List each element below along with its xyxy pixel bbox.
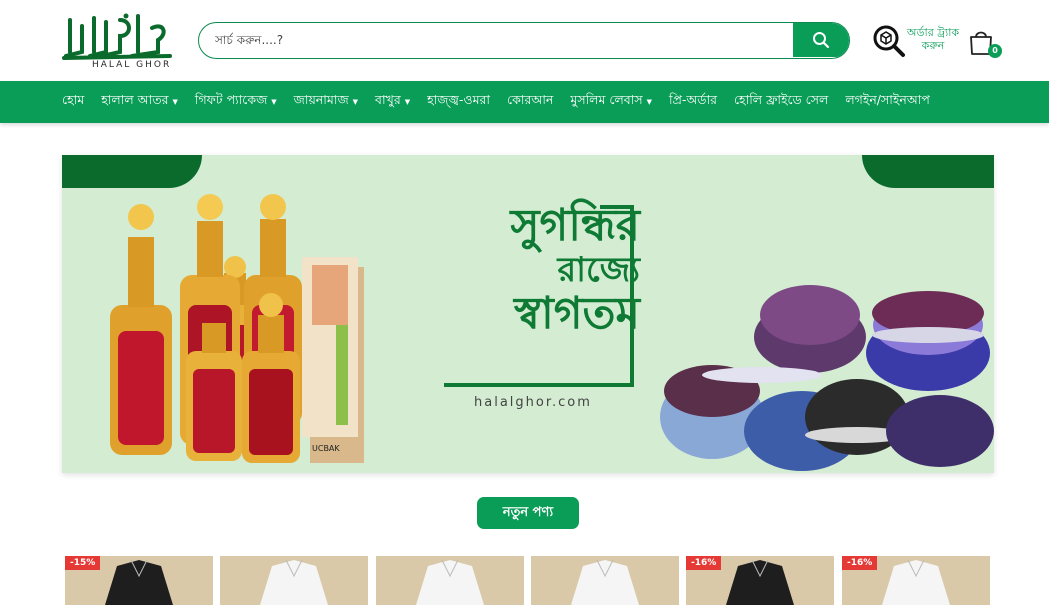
nav-item-label: মুসলিম লেবাস (570, 92, 643, 107)
chevron-down-icon: ▼ (646, 98, 652, 106)
logo-subtitle: HALAL GHOR (92, 60, 172, 70)
product-card[interactable] (531, 556, 679, 605)
prayer-caps-image (660, 285, 994, 471)
svg-text:UCBAK: UCBAK (312, 444, 340, 453)
nav-item[interactable]: গিফট প্যাকেজ ▼ (195, 92, 277, 112)
order-track-link[interactable]: অর্ডার ট্র্যাক করুন (872, 24, 964, 60)
cart-button[interactable]: 0 (968, 28, 1004, 60)
order-track-label: অর্ডার ট্র্যাক করুন (906, 26, 960, 52)
main-navigation: হোম হালাল আতর ▼ গিফট প্যাকেজ ▼ জায়নামাজ ▼ বাখু… (0, 81, 1049, 123)
product-card[interactable] (376, 556, 524, 605)
new-products-button[interactable]: নতুন পণ্য (477, 497, 579, 529)
product-card[interactable] (220, 556, 368, 605)
halal-ghor-logo[interactable]: HALAL GHOR (62, 12, 174, 70)
chevron-down-icon: ▼ (172, 98, 178, 106)
nav-item-label: হাজ্জ্ব-ওমরা (427, 92, 491, 107)
banner-headline-line1: সুগন্ধির (510, 200, 640, 251)
nav-item[interactable]: হাজ্জ্ব-ওমরা (427, 92, 490, 112)
product-image (220, 556, 368, 605)
chevron-down-icon: ▼ (271, 98, 277, 106)
nav-item[interactable]: জায়নামাজ ▼ (294, 92, 358, 112)
nav-item-label: বাখুর (375, 92, 401, 107)
nav-menu: হোম হালাল আতর ▼ গিফট প্যাকেজ ▼ জায়নামাজ ▼ বাখু… (62, 81, 947, 123)
nav-item-label: হোলি ফ্রাইডে সেল (733, 92, 829, 107)
logo-calligraphy-icon (62, 13, 172, 60)
product-card[interactable]: -15% (65, 556, 213, 605)
banner-headline-line2: রাজ্যে (557, 250, 640, 290)
discount-badge: -15% (65, 556, 101, 570)
nav-item[interactable]: কোরআন (507, 92, 553, 112)
product-image (376, 556, 524, 605)
perfume-bottles-image: UCBAK (110, 194, 364, 463)
product-card[interactable]: -16% (686, 556, 834, 605)
product-grid: -15% -16% -16% (65, 556, 995, 605)
nav-item[interactable]: হালাল আতর ▼ (101, 92, 178, 112)
banner-website: halalghor.com (474, 395, 592, 410)
search-icon (813, 32, 830, 49)
search-bar (198, 22, 850, 59)
product-image (531, 556, 679, 605)
nav-item[interactable]: হোম (62, 92, 84, 112)
nav-item[interactable]: লগইন/সাইনআপ (845, 92, 930, 112)
chevron-down-icon: ▼ (404, 98, 411, 106)
nav-item[interactable]: বাখুর ▼ (375, 92, 410, 112)
nav-item-label: গিফট প্যাকেজ (194, 92, 268, 107)
nav-item-label: প্রি-অর্ডার (669, 92, 717, 107)
nav-item-label: লগইন/সাইনআপ (845, 92, 930, 107)
site-header: HALAL GHOR অর্ডার ট্র্যাক করুন 0 (0, 0, 1049, 81)
banner-headline: সুগন্ধির রাজ্যে স্বাগতম (440, 201, 640, 339)
nav-item-label: কোরআন (507, 92, 554, 107)
nav-item-label: জায়নামাজ (293, 92, 349, 107)
nav-item[interactable]: প্রি-অর্ডার (669, 92, 717, 112)
chevron-down-icon: ▼ (352, 98, 359, 106)
nav-item[interactable]: হোলি ফ্রাইডে সেল (734, 92, 828, 112)
search-button[interactable] (793, 23, 849, 57)
search-input[interactable] (199, 23, 795, 57)
discount-badge: -16% (842, 556, 878, 570)
track-order-icon (873, 25, 905, 57)
product-card[interactable]: -16% (842, 556, 990, 605)
nav-item-label: হোম (62, 92, 85, 107)
nav-item-label: হালাল আতর (101, 92, 169, 107)
discount-badge: -16% (686, 556, 722, 570)
banner-headline-line3: স্বাগতম (514, 288, 640, 339)
hero-banner[interactable]: UCBAK সুগন্ধির রাজ্যে স্বাগতম halalghor.… (62, 155, 994, 473)
cart-count-badge: 0 (988, 44, 1002, 58)
nav-item[interactable]: মুসলিম লেবাস ▼ (570, 92, 652, 112)
